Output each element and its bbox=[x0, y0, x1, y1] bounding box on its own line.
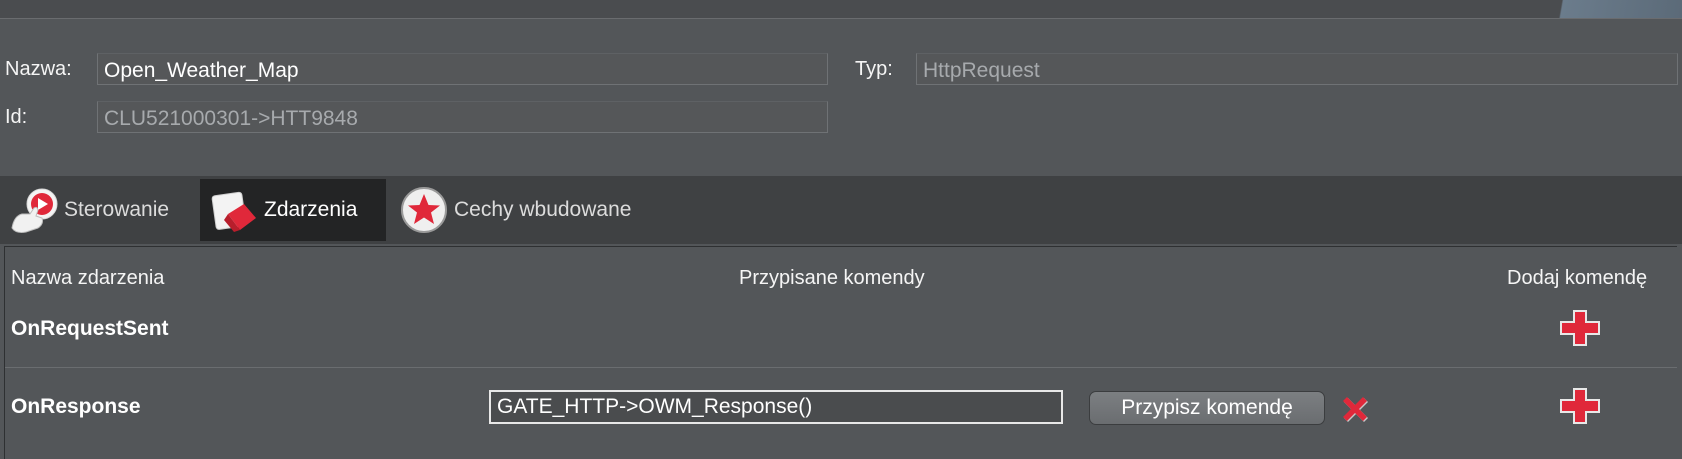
toolbar-corner-decoration bbox=[1542, 0, 1682, 18]
tab-cechy-wbudowane[interactable]: Cechy wbudowane bbox=[390, 179, 650, 241]
id-label: Id: bbox=[5, 106, 28, 128]
tab-label: Cechy wbudowane bbox=[454, 198, 632, 221]
header-assigned-commands: Przypisane komendy bbox=[739, 267, 925, 289]
plus-icon bbox=[1560, 388, 1600, 424]
name-label: Nazwa: bbox=[5, 58, 72, 80]
top-toolbar-strip bbox=[0, 0, 1682, 19]
row-divider bbox=[5, 367, 1677, 368]
remove-command-button[interactable] bbox=[1339, 393, 1371, 425]
star-badge-icon bbox=[398, 184, 450, 236]
events-panel: Nazwa zdarzenia Przypisane komendy Dodaj… bbox=[4, 246, 1677, 459]
tab-zdarzenia[interactable]: Zdarzenia bbox=[200, 179, 386, 241]
tab-sterowanie[interactable]: Sterowanie bbox=[0, 179, 196, 241]
tab-label: Sterowanie bbox=[64, 198, 170, 221]
name-field[interactable]: Open_Weather_Map bbox=[97, 53, 828, 85]
header-add-command: Dodaj komendę bbox=[1507, 267, 1648, 289]
command-input[interactable]: GATE_HTTP->OWM_Response() bbox=[489, 390, 1063, 424]
event-name-onrequestsent: OnRequestSent bbox=[11, 317, 169, 340]
type-field: HttpRequest bbox=[916, 53, 1678, 85]
assign-command-button[interactable]: Przypisz komendę bbox=[1089, 391, 1325, 425]
hand-play-icon bbox=[8, 184, 60, 236]
eraser-icon bbox=[208, 184, 260, 236]
header-event-name: Nazwa zdarzenia bbox=[11, 267, 165, 289]
plus-icon bbox=[1560, 310, 1600, 346]
tab-bar: Sterowanie Zdarzenia Cechy wbudowane bbox=[0, 176, 1682, 244]
event-name-onresponse: OnResponse bbox=[11, 395, 141, 418]
id-field: CLU521000301->HTT9848 bbox=[97, 101, 828, 133]
close-x-icon bbox=[1343, 397, 1368, 422]
add-command-button[interactable] bbox=[1558, 308, 1602, 348]
type-label: Typ: bbox=[855, 58, 893, 80]
add-command-button[interactable] bbox=[1558, 386, 1602, 426]
tab-label: Zdarzenia bbox=[264, 198, 358, 221]
